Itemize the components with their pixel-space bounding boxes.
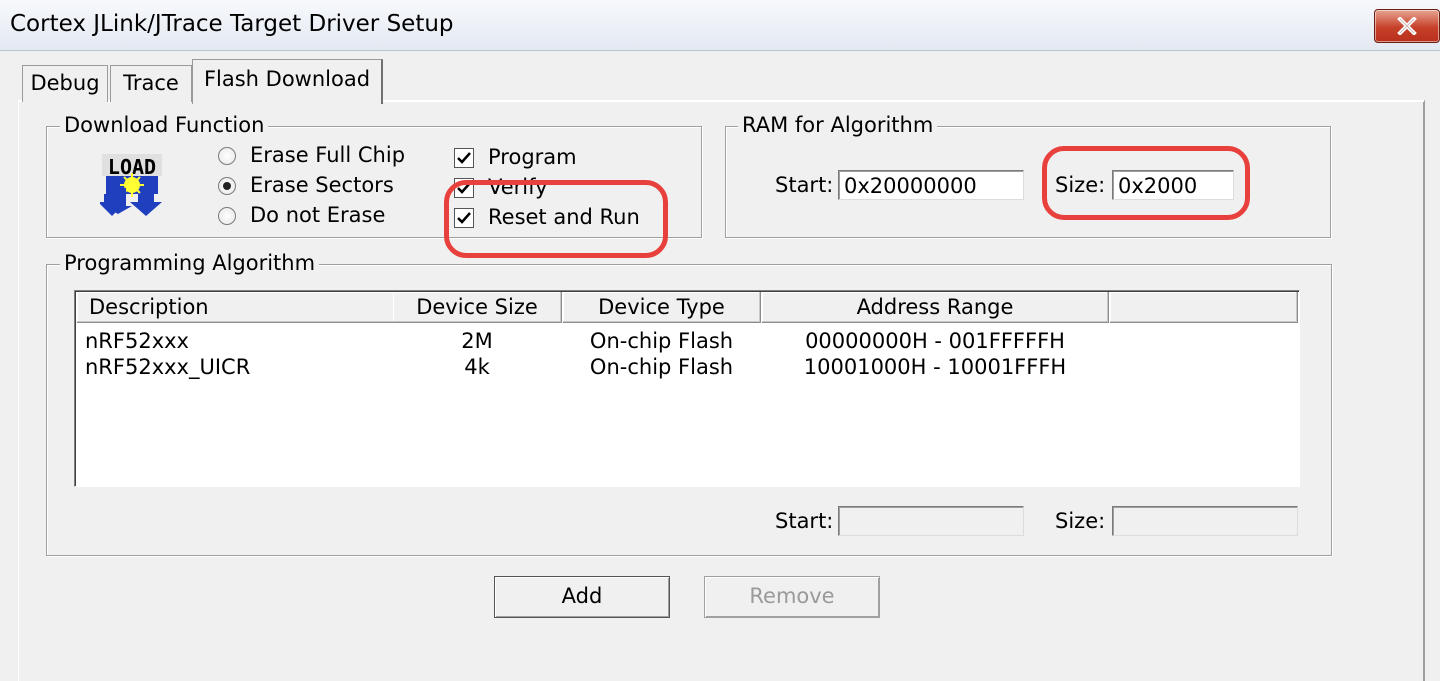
- highlight-reset-and-run: [444, 180, 668, 258]
- column-header-device-type[interactable]: Device Type: [563, 292, 761, 323]
- erase-full-chip-label[interactable]: Erase Full Chip: [250, 143, 405, 167]
- row-1-address-range: 00000000H - 001FFFFFH: [805, 329, 1065, 353]
- window-title: Cortex JLink/JTrace Target Driver Setup: [10, 11, 454, 37]
- program-checkbox[interactable]: [454, 148, 474, 168]
- erase-full-chip-radio[interactable]: [218, 147, 236, 165]
- algorithm-list[interactable]: Description Device Size Device Type Addr…: [74, 290, 1300, 487]
- row-2-device-type: On-chip Flash: [589, 355, 734, 379]
- highlight-ram-size: [1042, 146, 1250, 220]
- title-bar: Cortex JLink/JTrace Target Driver Setup: [0, 0, 1440, 51]
- row-2-device-size: 4k: [464, 355, 490, 379]
- add-button[interactable]: Add: [494, 576, 670, 618]
- download-function-legend: Download Function: [60, 113, 269, 137]
- tab-debug[interactable]: Debug: [22, 65, 108, 102]
- load-icon: LOAD: [100, 154, 162, 216]
- tab-flash-download[interactable]: Flash Download: [192, 59, 383, 104]
- remove-button[interactable]: Remove: [704, 576, 880, 618]
- algo-size-label: Size:: [1055, 509, 1106, 533]
- row-1-description[interactable]: nRF52xxx: [85, 329, 189, 353]
- tab-trace[interactable]: Trace: [110, 65, 192, 102]
- algo-start-label: Start:: [775, 509, 834, 533]
- column-header-address-range[interactable]: Address Range: [762, 292, 1109, 323]
- ram-start-label: Start:: [775, 173, 834, 197]
- close-button[interactable]: [1374, 9, 1440, 43]
- program-label[interactable]: Program: [488, 145, 577, 169]
- column-header-description[interactable]: Description: [77, 292, 404, 323]
- algo-size-input[interactable]: [1112, 506, 1298, 536]
- algo-start-input[interactable]: [838, 506, 1024, 536]
- checkmark-icon: [457, 152, 471, 164]
- column-header-device-size[interactable]: Device Size: [393, 292, 562, 323]
- ram-for-algorithm-legend: RAM for Algorithm: [738, 113, 938, 137]
- row-1-device-type: On-chip Flash: [589, 329, 734, 353]
- erase-sectors-radio[interactable]: [218, 177, 236, 195]
- programming-algorithm-legend: Programming Algorithm: [60, 251, 320, 275]
- ram-start-input[interactable]: 0x20000000: [838, 170, 1024, 200]
- do-not-erase-label[interactable]: Do not Erase: [250, 203, 385, 227]
- close-icon: [1397, 17, 1417, 35]
- do-not-erase-radio[interactable]: [218, 207, 236, 225]
- column-header-blank: [1110, 292, 1298, 323]
- row-1-device-size: 2M: [461, 329, 493, 353]
- erase-sectors-label[interactable]: Erase Sectors: [250, 173, 394, 197]
- row-2-description[interactable]: nRF52xxx_UICR: [85, 355, 250, 379]
- row-2-address-range: 10001000H - 10001FFFH: [803, 355, 1067, 379]
